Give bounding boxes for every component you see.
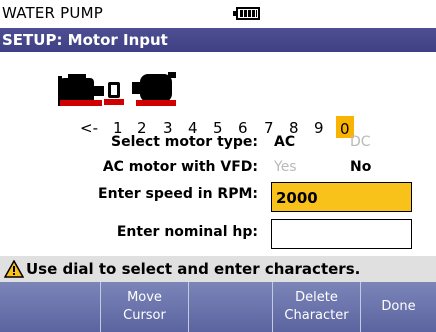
softkey-1[interactable] — [0, 282, 100, 332]
vfd-label: AC motor with VFD: — [102, 159, 258, 175]
screen: WATER PUMP SETUP: Motor Input <- 1 2 3 4… — [0, 0, 436, 332]
warning-icon — [4, 260, 24, 278]
vfd-yes-option[interactable]: Yes — [274, 159, 297, 175]
motor-type-label: Select motor type: — [111, 134, 258, 150]
move-cursor-line2: Cursor — [123, 308, 166, 323]
move-cursor-button[interactable]: Move Cursor — [100, 282, 188, 332]
device-title: WATER PUMP — [2, 4, 103, 22]
char-9[interactable]: 9 — [314, 119, 324, 137]
speed-label: Enter speed in RPM: — [98, 186, 258, 202]
content-area: <- 1 2 3 4 5 6 7 8 9 0 Select motor type… — [0, 52, 436, 256]
softkey-bar: Move Cursor Delete Character Done — [0, 282, 436, 332]
title-bar: WATER PUMP — [0, 0, 436, 30]
move-cursor-line1: Move — [127, 290, 162, 305]
motor-pump-icon — [58, 72, 176, 106]
hp-label: Enter nominal hp: — [116, 224, 258, 240]
hint-bar: Use dial to select and enter characters. — [0, 256, 436, 282]
setup-title: SETUP: Motor Input — [2, 31, 168, 49]
char-7[interactable]: 7 — [264, 119, 274, 137]
motor-type-ac-option[interactable]: AC — [274, 134, 295, 150]
softkey-3[interactable] — [188, 282, 272, 332]
speed-input[interactable]: 2000 — [271, 182, 412, 212]
setup-header: SETUP: Motor Input — [0, 28, 436, 52]
delete-character-line2: Character — [284, 308, 349, 323]
battery-icon — [233, 7, 260, 20]
hint-text: Use dial to select and enter characters. — [26, 260, 361, 278]
vfd-no-option[interactable]: No — [350, 159, 371, 175]
delete-character-button[interactable]: Delete Character — [272, 282, 360, 332]
delete-character-line1: Delete — [295, 290, 338, 305]
motor-type-dc-option[interactable]: DC — [350, 134, 371, 150]
hp-input[interactable] — [271, 219, 412, 249]
done-line2: Done — [381, 299, 416, 314]
done-button[interactable]: Done — [360, 282, 436, 332]
